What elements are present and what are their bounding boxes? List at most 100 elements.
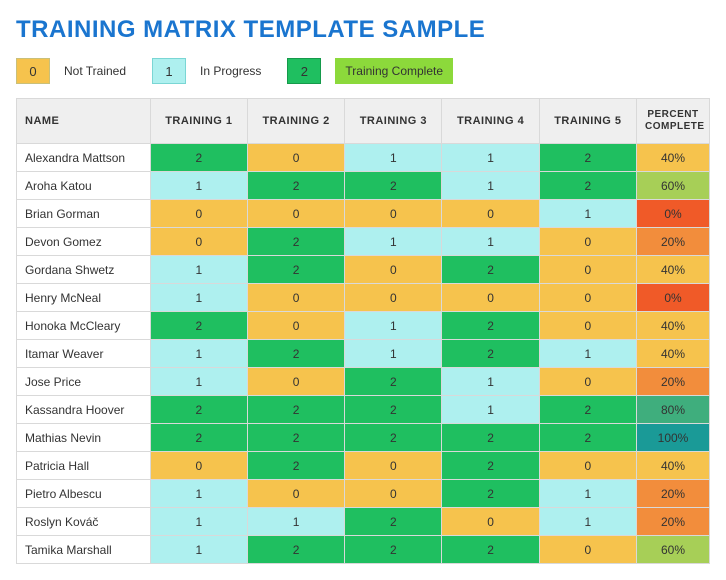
name-cell: Jose Price (17, 368, 151, 396)
table-row: Gordana Shwetz1202040% (17, 256, 710, 284)
training-value-cell: 2 (442, 256, 539, 284)
training-value-cell: 2 (345, 536, 442, 564)
training-value-cell: 0 (442, 200, 539, 228)
training-value-cell: 0 (247, 144, 344, 172)
training-value-cell: 1 (150, 340, 247, 368)
training-value-cell: 0 (247, 368, 344, 396)
col-header-t3: TRAINING 3 (345, 99, 442, 144)
training-value-cell: 2 (345, 396, 442, 424)
table-row: Roslyn Kováč1120120% (17, 508, 710, 536)
legend-label-1: In Progress (200, 64, 261, 78)
col-header-t5: TRAINING 5 (539, 99, 636, 144)
training-value-cell: 2 (150, 144, 247, 172)
training-value-cell: 0 (345, 452, 442, 480)
training-value-cell: 1 (539, 480, 636, 508)
training-value-cell: 0 (345, 256, 442, 284)
name-cell: Brian Gorman (17, 200, 151, 228)
training-value-cell: 1 (442, 396, 539, 424)
training-value-cell: 2 (539, 172, 636, 200)
training-value-cell: 2 (247, 340, 344, 368)
legend-label-2: Training Complete (335, 58, 453, 84)
training-value-cell: 0 (247, 312, 344, 340)
training-value-cell: 2 (539, 424, 636, 452)
percent-complete-cell: 0% (636, 284, 709, 312)
table-row: Honoka McCleary2012040% (17, 312, 710, 340)
name-cell: Roslyn Kováč (17, 508, 151, 536)
training-value-cell: 1 (345, 228, 442, 256)
legend-label-0: Not Trained (64, 64, 126, 78)
table-body: Alexandra Mattson2011240%Aroha Katou1221… (17, 144, 710, 564)
name-cell: Honoka McCleary (17, 312, 151, 340)
training-value-cell: 2 (442, 480, 539, 508)
percent-complete-cell: 40% (636, 312, 709, 340)
training-value-cell: 2 (247, 536, 344, 564)
training-value-cell: 0 (539, 228, 636, 256)
percent-complete-cell: 40% (636, 256, 709, 284)
name-cell: Mathias Nevin (17, 424, 151, 452)
percent-complete-cell: 40% (636, 144, 709, 172)
training-value-cell: 2 (150, 424, 247, 452)
training-value-cell: 2 (247, 256, 344, 284)
table-row: Aroha Katou1221260% (17, 172, 710, 200)
training-value-cell: 2 (247, 424, 344, 452)
training-value-cell: 2 (442, 424, 539, 452)
training-value-cell: 0 (442, 284, 539, 312)
percent-complete-cell: 20% (636, 228, 709, 256)
training-value-cell: 2 (247, 228, 344, 256)
training-value-cell: 2 (247, 396, 344, 424)
table-row: Jose Price1021020% (17, 368, 710, 396)
training-value-cell: 2 (442, 536, 539, 564)
legend-item-in-progress: 1 In Progress (152, 58, 261, 84)
training-value-cell: 0 (539, 536, 636, 564)
table-row: Kassandra Hoover2221280% (17, 396, 710, 424)
percent-complete-cell: 20% (636, 368, 709, 396)
name-cell: Aroha Katou (17, 172, 151, 200)
training-value-cell: 0 (150, 228, 247, 256)
table-row: Brian Gorman000010% (17, 200, 710, 228)
training-value-cell: 2 (345, 424, 442, 452)
percent-complete-cell: 100% (636, 424, 709, 452)
col-header-t1: TRAINING 1 (150, 99, 247, 144)
table-row: Mathias Nevin22222100% (17, 424, 710, 452)
training-value-cell: 0 (345, 200, 442, 228)
col-header-t4: TRAINING 4 (442, 99, 539, 144)
percent-complete-cell: 20% (636, 508, 709, 536)
table-row: Alexandra Mattson2011240% (17, 144, 710, 172)
training-value-cell: 2 (247, 452, 344, 480)
training-value-cell: 2 (442, 452, 539, 480)
training-value-cell: 1 (150, 536, 247, 564)
training-value-cell: 0 (150, 452, 247, 480)
training-value-cell: 0 (345, 480, 442, 508)
table-row: Devon Gomez0211020% (17, 228, 710, 256)
training-value-cell: 2 (442, 340, 539, 368)
name-cell: Gordana Shwetz (17, 256, 151, 284)
name-cell: Devon Gomez (17, 228, 151, 256)
name-cell: Itamar Weaver (17, 340, 151, 368)
percent-complete-cell: 0% (636, 200, 709, 228)
legend-item-training-complete: 2 Training Complete (287, 58, 453, 84)
training-value-cell: 0 (345, 284, 442, 312)
training-matrix-table: NAME TRAINING 1 TRAINING 2 TRAINING 3 TR… (16, 98, 710, 564)
legend-box-0: 0 (16, 58, 50, 84)
training-value-cell: 1 (150, 508, 247, 536)
table-row: Itamar Weaver1212140% (17, 340, 710, 368)
training-value-cell: 2 (345, 508, 442, 536)
percent-complete-cell: 40% (636, 340, 709, 368)
percent-complete-cell: 40% (636, 452, 709, 480)
training-value-cell: 1 (150, 284, 247, 312)
table-row: Tamika Marshall1222060% (17, 536, 710, 564)
training-value-cell: 0 (150, 200, 247, 228)
training-value-cell: 1 (442, 172, 539, 200)
name-cell: Alexandra Mattson (17, 144, 151, 172)
name-cell: Pietro Albescu (17, 480, 151, 508)
training-value-cell: 1 (345, 312, 442, 340)
table-header-row: NAME TRAINING 1 TRAINING 2 TRAINING 3 TR… (17, 99, 710, 144)
col-header-name: NAME (17, 99, 151, 144)
training-value-cell: 2 (150, 312, 247, 340)
training-value-cell: 2 (247, 172, 344, 200)
col-header-t2: TRAINING 2 (247, 99, 344, 144)
percent-complete-cell: 20% (636, 480, 709, 508)
percent-complete-cell: 60% (636, 536, 709, 564)
name-cell: Kassandra Hoover (17, 396, 151, 424)
col-header-pct: PERCENT COMPLETE (636, 99, 709, 144)
